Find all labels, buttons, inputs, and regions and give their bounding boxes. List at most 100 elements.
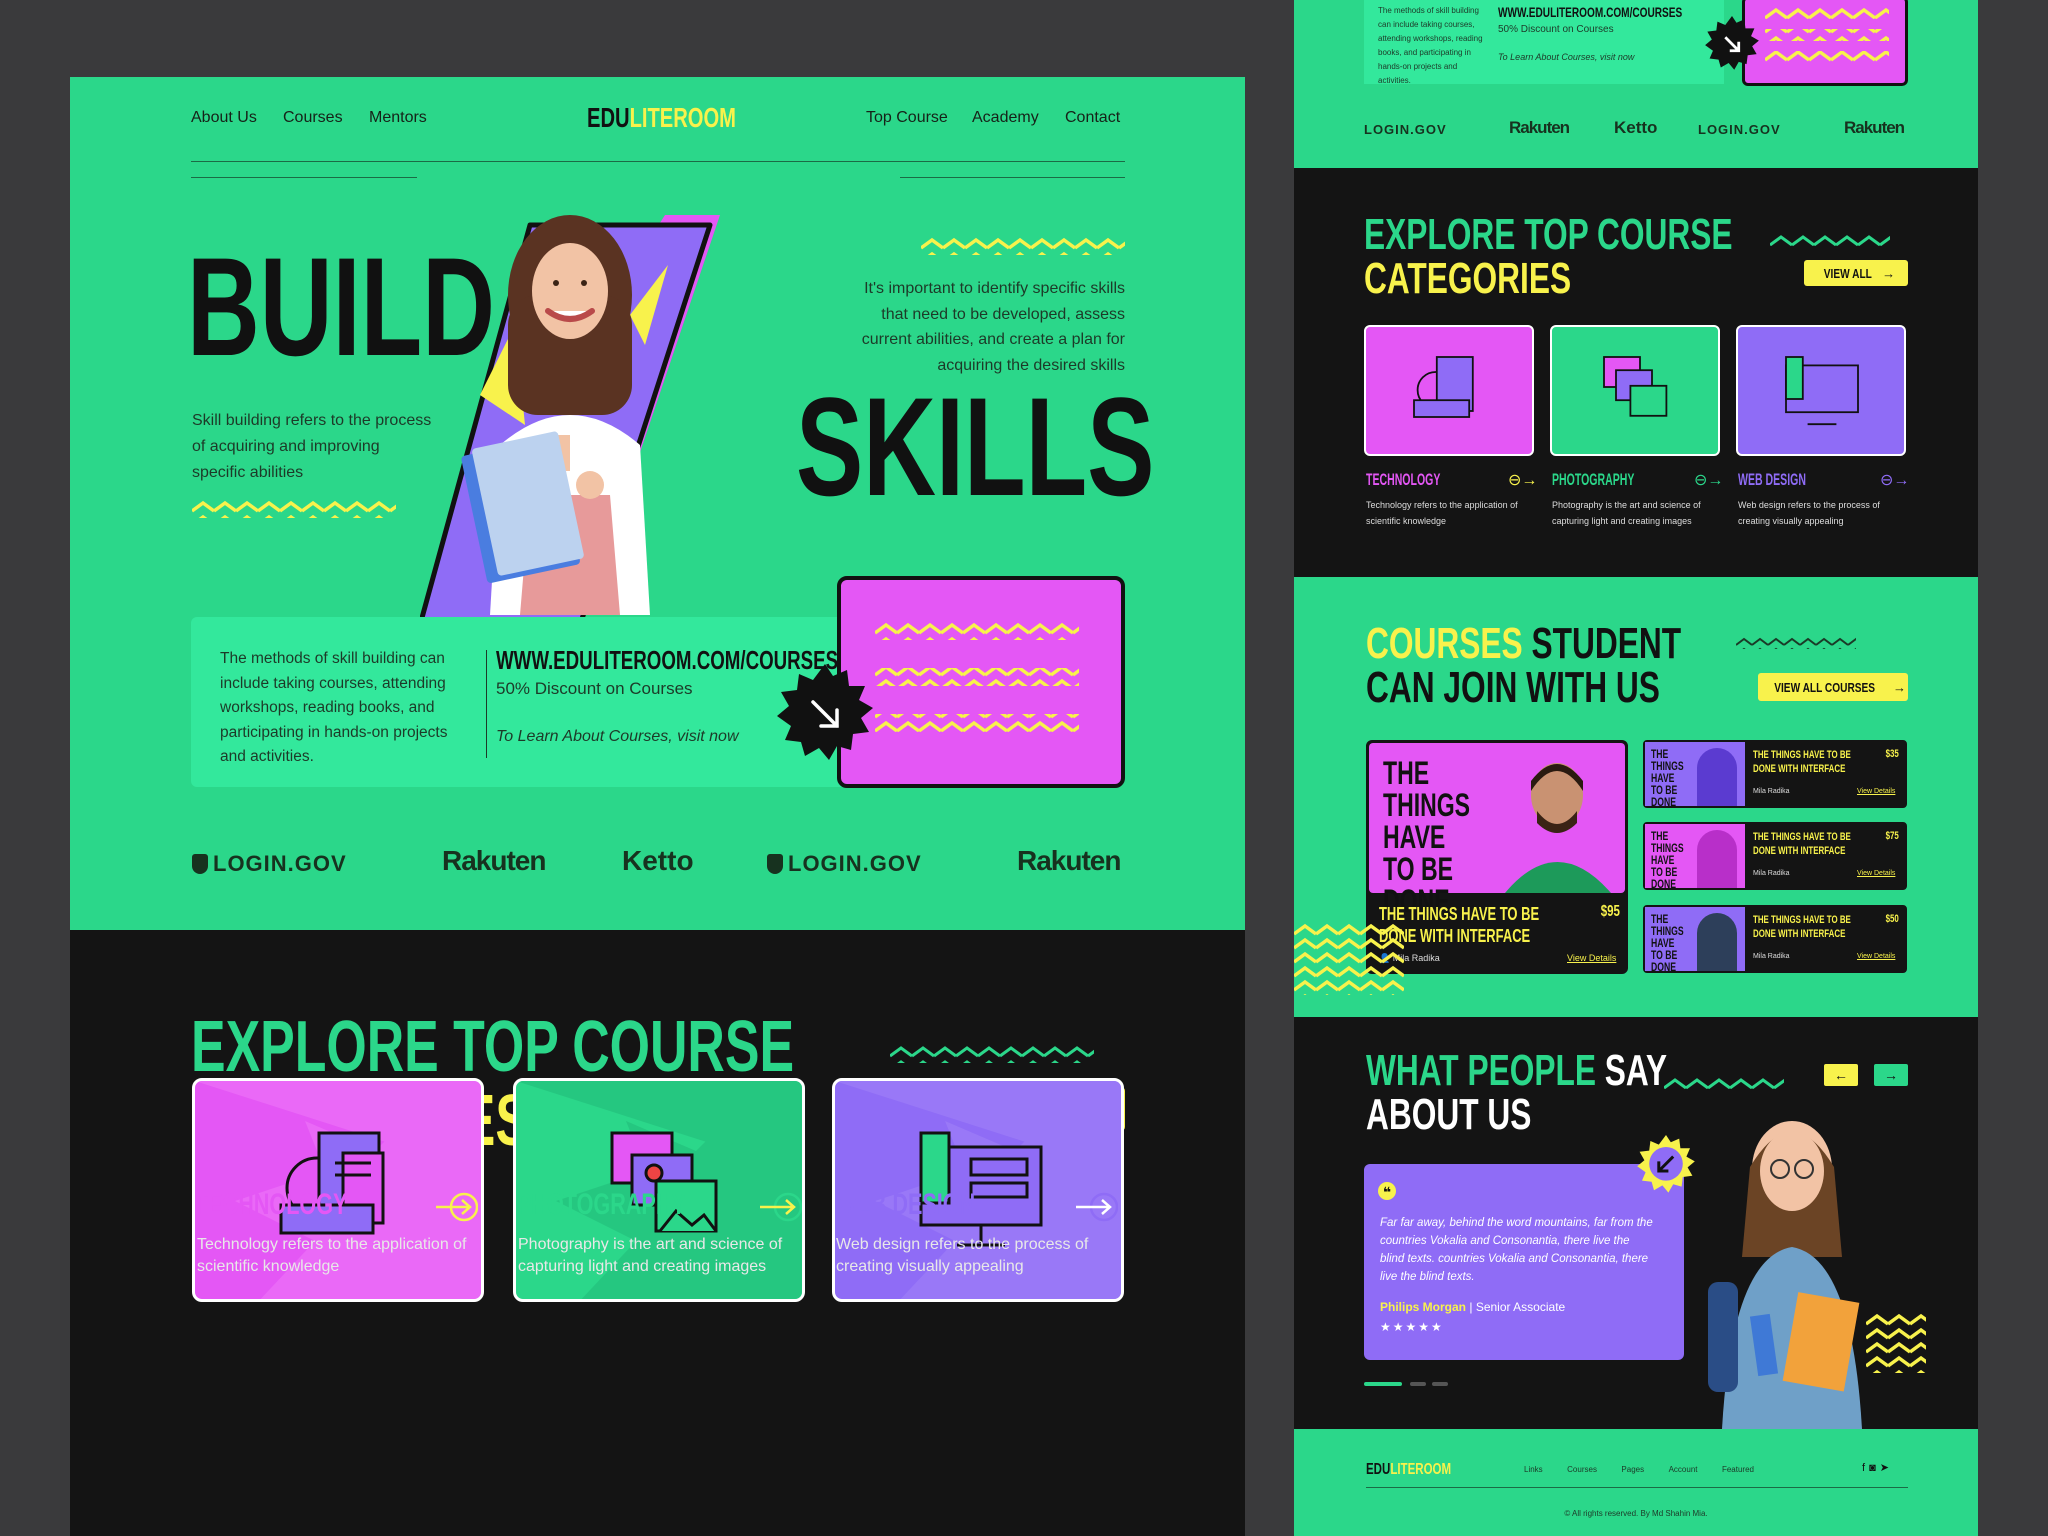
overview-categories-title: EXPLORE TOP COURSE CATEGORIES — [1364, 210, 1733, 303]
overview-logo-login-gov-2: LOGIN.GOV — [1698, 122, 1781, 137]
hero-zigzag-right — [921, 237, 1125, 255]
technology-arrow-icon[interactable] — [434, 1192, 478, 1222]
overview-promo-desc: The methods of skill building can includ… — [1378, 6, 1483, 85]
course-thumb-text: THE THINGS HAVE TO BE DONE — [1651, 912, 1684, 974]
overview-technology-arrow-icon[interactable]: ⊖→ — [1508, 470, 1537, 490]
courses-zigzag-deco — [1294, 923, 1404, 995]
footer-divider — [1366, 1487, 1908, 1488]
promo-cta[interactable]: To Learn About Courses, visit now — [496, 728, 739, 746]
prev-arrow-button[interactable]: ← — [1824, 1064, 1858, 1086]
overview-card-photography[interactable] — [1550, 325, 1720, 456]
footer-link-featured[interactable]: Featured — [1722, 1465, 1754, 1474]
footer-brand-logo[interactable]: EDULITEROOM — [1366, 1461, 1451, 1479]
nav-top-course[interactable]: Top Course — [866, 109, 948, 127]
overview-pink-card — [1742, 0, 1908, 86]
overview-logo-rakuten: Rakuten — [1509, 118, 1570, 137]
footer-link-courses[interactable]: Courses — [1567, 1465, 1597, 1474]
testimonial-quote: Far far away, behind the word mountains,… — [1380, 1217, 1653, 1283]
testimonial-student-image — [1708, 1121, 1862, 1429]
course-price: $75 — [1885, 830, 1899, 842]
course-title[interactable]: THE THINGS HAVE TO BE DONE WITH INTERFAC… — [1753, 830, 1854, 858]
carousel-dot[interactable] — [1410, 1382, 1426, 1386]
overview-promo-url[interactable]: WWW.EDULITEROOM.COM/COURSES — [1498, 4, 1682, 20]
course-thumbnail: THE THINGS HAVE TO BE DONE — [1645, 824, 1745, 891]
photography-arrow-icon[interactable] — [758, 1192, 802, 1222]
category-desc-technology: Technology refers to the application of … — [197, 1236, 467, 1275]
carousel-dot-active[interactable] — [1364, 1382, 1402, 1386]
carousel-dot[interactable] — [1432, 1382, 1448, 1386]
course-thumb-text: THE THINGS HAVE TO BE DONE — [1651, 829, 1684, 891]
overview-photography-arrow-icon[interactable]: ⊖→ — [1694, 470, 1723, 490]
overview-partner-logos: LOGIN.GOV Rakuten Ketto LOGIN.GOV Rakute… — [1364, 118, 1908, 140]
telegram-icon[interactable]: ➤ — [1880, 1462, 1893, 1474]
footer-link-pages[interactable]: Pages — [1621, 1465, 1644, 1474]
overview-web-design-arrow-icon[interactable]: ⊖→ — [1880, 470, 1909, 490]
logo-login-gov-2: LOGIN.GOV — [767, 851, 922, 877]
overview-title-web-design[interactable]: WEB DESIGN — [1738, 470, 1806, 490]
category-title-photography[interactable]: PHOTOGRAPHY — [517, 1188, 686, 1222]
overview-promo-discount: 50% Discount on Courses — [1498, 24, 1614, 35]
overview-title-technology[interactable]: TECHNOLOGY — [1366, 470, 1440, 490]
overview-arrow-badge-icon[interactable] — [1704, 16, 1760, 72]
hero-student-image — [420, 215, 720, 645]
next-arrow-button[interactable]: → — [1874, 1064, 1908, 1086]
footer-link-account[interactable]: Account — [1669, 1465, 1698, 1474]
hero-right-description: It's important to identify specific skil… — [861, 280, 1125, 374]
brand-logo[interactable]: EDULITEROOM — [587, 102, 736, 134]
featured-course-card[interactable]: THE THINGS HAVE TO BE DONE THE THINGS HA… — [1366, 740, 1628, 974]
testimonial-zigzag-deco — [1866, 1313, 1926, 1373]
overview-card-technology[interactable] — [1364, 325, 1534, 456]
web-design-arrow-icon[interactable] — [1074, 1192, 1118, 1222]
footer-copyright: © All rights reserved. By Md Shahin Mia. — [1564, 1509, 1708, 1518]
course-price: $35 — [1885, 748, 1899, 760]
course-view-details[interactable]: View Details — [1857, 788, 1895, 795]
overview-desc-web-design: Web design refers to the process of crea… — [1738, 500, 1880, 526]
overview-categories: EXPLORE TOP COURSE CATEGORIES VIEW ALL →… — [1294, 168, 1978, 577]
overview-view-all-button[interactable]: VIEW ALL → — [1804, 260, 1908, 286]
nav-academy[interactable]: Academy — [972, 109, 1039, 127]
featured-course-instructor-image — [1505, 763, 1611, 893]
nav-about-us[interactable]: About Us — [191, 109, 257, 127]
hero-section: About Us Courses Mentors EDULITEROOM Top… — [70, 77, 1245, 930]
course-instructor-image — [1697, 830, 1737, 888]
logo-rakuten-2: Rakuten — [1017, 845, 1121, 876]
facebook-icon[interactable]: f — [1862, 1462, 1869, 1474]
overview-promo-box: The methods of skill building can includ… — [1364, 0, 1724, 85]
overview-promo-cta[interactable]: To Learn About Courses, visit now — [1498, 52, 1634, 62]
overview-technology-icon — [1413, 356, 1474, 418]
category-title-technology[interactable]: TECHNOLOGY — [195, 1188, 347, 1222]
instagram-icon[interactable]: ◙ — [1869, 1462, 1880, 1474]
nav-mentors[interactable]: Mentors — [369, 109, 427, 127]
promo-arrow-badge-icon[interactable] — [775, 664, 875, 764]
testimonials-zigzag — [1664, 1077, 1784, 1089]
overview-web-design-icon — [1785, 356, 1859, 426]
nav-courses[interactable]: Courses — [283, 109, 343, 127]
overview-categories-zigzag — [1770, 234, 1890, 246]
course-author: Mila Radika — [1753, 953, 1790, 960]
promo-discount: 50% Discount on Courses — [496, 679, 693, 698]
overview-card-web-design[interactable] — [1736, 325, 1906, 456]
course-list-item-2[interactable]: THE THINGS HAVE TO BE DONE THE THINGS HA… — [1643, 822, 1907, 890]
overview-desc-photography: Photography is the art and science of ca… — [1552, 500, 1701, 526]
footer-links: Links Courses Pages Account Featured — [1524, 1465, 1754, 1474]
footer-link-links[interactable]: Links — [1524, 1465, 1543, 1474]
overview-title-photography[interactable]: PHOTOGRAPHY — [1552, 470, 1634, 490]
nav-divider-short-right — [900, 177, 1125, 178]
course-view-details[interactable]: View Details — [1857, 870, 1895, 877]
testimonials-title: WHAT PEOPLE SAY ABOUT US — [1366, 1046, 1668, 1139]
course-view-details[interactable]: View Details — [1857, 953, 1895, 960]
course-title[interactable]: THE THINGS HAVE TO BE DONE WITH INTERFAC… — [1753, 748, 1854, 776]
nav-contact[interactable]: Contact — [1065, 109, 1120, 127]
featured-course-view-details[interactable]: View Details — [1567, 953, 1616, 963]
promo-divider — [486, 650, 487, 758]
promo-description: The methods of skill building can includ… — [220, 650, 448, 765]
partner-logos: LOGIN.GOV Rakuten Ketto LOGIN.GOV Rakute… — [192, 845, 1125, 885]
featured-course-title[interactable]: THE THINGS HAVE TO BE DONE WITH INTERFAC… — [1379, 903, 1559, 947]
categories-zigzag — [890, 1045, 1094, 1063]
testimonials-section: WHAT PEOPLE SAY ABOUT US ← → ❝ Far far a… — [1294, 1017, 1978, 1429]
view-all-courses-button[interactable]: VIEW ALL COURSES → — [1758, 673, 1908, 701]
category-title-web-design[interactable]: WEB DESIGN — [836, 1188, 975, 1222]
course-list-item-1[interactable]: THE THINGS HAVE TO BE DONE THE THINGS HA… — [1643, 740, 1907, 808]
course-title[interactable]: THE THINGS HAVE TO BE DONE WITH INTERFAC… — [1753, 913, 1854, 941]
course-list-item-3[interactable]: THE THINGS HAVE TO BE DONE THE THINGS HA… — [1643, 905, 1907, 973]
